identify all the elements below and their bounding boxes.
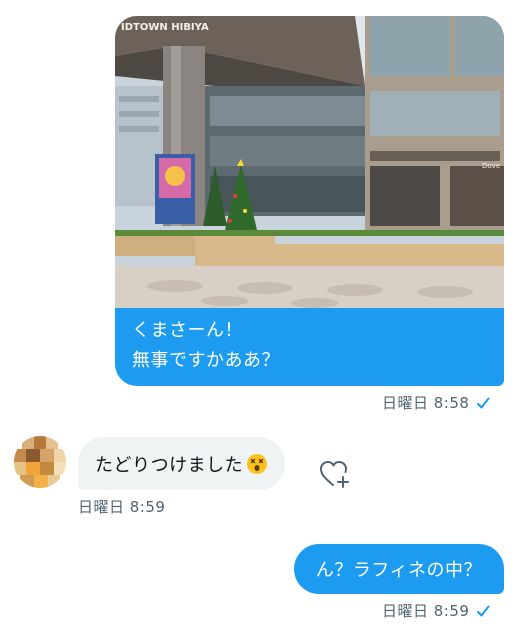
message-photo[interactable]: IDTOWN HIBIYA Dove: [115, 16, 504, 308]
outgoing-message-bubble[interactable]: ん？ラフィネの中？: [293, 544, 504, 594]
message-timestamp: 日曜日 8:58: [382, 394, 470, 412]
photo-message-text: くまさーん！ 無事ですかああ？: [132, 320, 280, 371]
avatar[interactable]: [14, 436, 66, 488]
outgoing-message-text: ん？ラフィネの中？: [315, 560, 482, 581]
svg-text:Dove: Dove: [482, 162, 500, 170]
avatar-image: [14, 436, 66, 488]
message-timestamp: 日曜日 8:59: [78, 498, 166, 516]
check-icon: [477, 397, 490, 408]
message-timestamp: 日曜日 8:59: [382, 602, 470, 620]
incoming-message-meta: 日曜日 8:59: [78, 496, 165, 517]
dizzy-face-emoji-icon: [247, 453, 268, 474]
photo-message-bubble[interactable]: IDTOWN HIBIYA Dove くまさーん！ 無事ですかああ？: [115, 16, 504, 386]
incoming-message-text: たどりつけました: [95, 454, 244, 476]
svg-text:IDTOWN HIBIYA: IDTOWN HIBIYA: [121, 22, 209, 33]
photo-message-meta: 日曜日 8:58: [382, 392, 491, 413]
outgoing-message-meta: 日曜日 8:59: [382, 600, 491, 621]
incoming-message-bubble[interactable]: たどりつけました: [78, 437, 286, 490]
add-reaction-heart-icon[interactable]: [318, 457, 352, 491]
check-icon: [477, 605, 490, 616]
